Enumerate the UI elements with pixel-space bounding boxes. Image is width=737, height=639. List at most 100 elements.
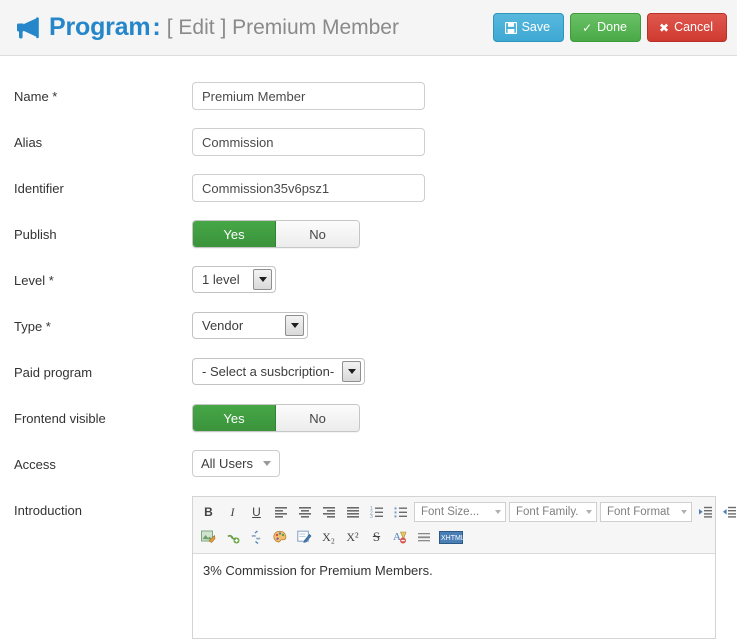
chevron-down-icon (263, 461, 271, 466)
editor-toolbar-row-2: X₂ X² S A XHTML (198, 526, 711, 548)
insert-link-icon[interactable] (222, 527, 243, 547)
align-right-icon[interactable] (318, 502, 339, 522)
cancel-button[interactable]: ✖ Cancel (647, 13, 727, 42)
identifier-input[interactable] (192, 174, 425, 202)
svg-text:XHTML: XHTML (441, 535, 463, 542)
alias-input[interactable] (192, 128, 425, 156)
form-row-identifier: Identifier (0, 174, 737, 220)
type-field-wrap: Vendor (192, 312, 737, 339)
bold-icon[interactable]: B (198, 502, 219, 522)
strikethrough-icon[interactable]: S (366, 527, 387, 547)
access-select-value: All Users (201, 456, 254, 471)
align-justify-icon[interactable] (342, 502, 363, 522)
save-button[interactable]: Save (492, 13, 565, 42)
indent-increase-icon[interactable] (695, 502, 716, 522)
introduction-label: Introduction (14, 503, 82, 518)
page-title-subtitle: [ Edit ] Premium Member (166, 15, 399, 39)
introduction-editor-body[interactable]: 3% Commission for Premium Members. (193, 554, 715, 638)
horizontal-rule-icon[interactable] (414, 527, 435, 547)
form-row-introduction: Introduction B I U 1 2 3 Font Size... Fo… (0, 496, 737, 639)
check-icon: ✓ (582, 20, 593, 35)
rich-text-editor: B I U 1 2 3 Font Size... Font Family. Fo… (192, 496, 736, 639)
font-family-select[interactable]: Font Family. (509, 502, 597, 522)
chevron-down-icon (586, 510, 592, 514)
level-label: Level * (14, 273, 54, 288)
html-source-icon[interactable]: XHTML (438, 527, 463, 547)
svg-text:A: A (393, 531, 401, 543)
editor-right-rule (715, 570, 716, 636)
alias-field-wrap (192, 128, 737, 156)
svg-text:3: 3 (370, 514, 373, 518)
done-button[interactable]: ✓ Done (570, 13, 642, 42)
italic-icon[interactable]: I (222, 502, 243, 522)
done-button-label: Done (597, 20, 628, 35)
access-select[interactable]: All Users (192, 450, 280, 477)
alias-label: Alias (14, 135, 43, 150)
publish-toggle-yes[interactable]: Yes (193, 221, 276, 247)
unlink-icon[interactable] (246, 527, 267, 547)
font-format-select[interactable]: Font Format (600, 502, 692, 522)
name-input[interactable] (192, 82, 425, 110)
numbered-list-icon[interactable]: 123 (366, 502, 387, 522)
font-size-select-label: Font Size... (421, 506, 480, 518)
chevron-down-icon (285, 315, 304, 336)
paid-program-field-wrap: - Select a susbcription- (192, 358, 737, 385)
program-form: Name * Alias Identifier Publish Yes No L… (0, 56, 737, 639)
insert-image-icon[interactable] (198, 527, 219, 547)
type-select[interactable]: Vendor (192, 312, 308, 339)
text-color-palette-icon[interactable] (270, 527, 291, 547)
cancel-button-label: Cancel (674, 20, 713, 35)
paid-program-label: Paid program (14, 365, 93, 380)
form-row-paid-program: Paid program - Select a susbcription- (0, 358, 737, 404)
save-button-label: Save (521, 20, 551, 35)
name-label: Name * (14, 89, 58, 104)
type-label: Type * (14, 319, 51, 334)
indent-decrease-icon[interactable] (719, 502, 737, 522)
identifier-label: Identifier (14, 181, 64, 196)
form-row-frontend-visible: Frontend visible Yes No (0, 404, 737, 450)
align-left-icon[interactable] (270, 502, 291, 522)
level-select-value: 1 level (202, 272, 240, 287)
type-select-value: Vendor (202, 318, 244, 333)
background-color-icon[interactable] (294, 527, 315, 547)
name-field-wrap (192, 82, 737, 110)
subscript-icon[interactable]: X₂ (318, 527, 339, 547)
font-format-select-label: Font Format (607, 506, 670, 518)
cross-icon: ✖ (659, 20, 670, 35)
form-row-access: Access All Users (0, 450, 737, 496)
form-row-publish: Publish Yes No (0, 220, 737, 266)
page-title: Program : [ Edit ] Premium Member (14, 13, 493, 42)
page-header: Program : [ Edit ] Premium Member Save ✓… (0, 0, 737, 56)
page-title-main: Program (49, 13, 151, 41)
frontend-visible-toggle[interactable]: Yes No (192, 404, 360, 432)
floppy-disk-icon (504, 21, 517, 34)
editor-toolbar: B I U 1 2 3 Font Size... Font Family. Fo… (193, 497, 736, 554)
superscript-icon[interactable]: X² (342, 527, 363, 547)
chevron-down-icon (342, 361, 362, 382)
form-row-type: Type * Vendor (0, 312, 737, 358)
chevron-down-icon (253, 269, 272, 290)
publish-toggle[interactable]: Yes No (192, 220, 360, 248)
frontend-visible-toggle-yes[interactable]: Yes (193, 405, 276, 431)
form-row-level: Level * 1 level (0, 266, 737, 312)
frontend-visible-field-wrap: Yes No (192, 404, 737, 432)
publish-toggle-no[interactable]: No (276, 221, 359, 247)
frontend-visible-toggle-no[interactable]: No (276, 405, 359, 431)
publish-field-wrap: Yes No (192, 220, 737, 248)
bulleted-list-icon[interactable] (390, 502, 411, 522)
frontend-visible-label: Frontend visible (14, 411, 106, 426)
editor-toolbar-row-1: B I U 1 2 3 Font Size... Font Family. Fo… (198, 501, 736, 523)
align-center-icon[interactable] (294, 502, 315, 522)
font-size-select[interactable]: Font Size... (414, 502, 506, 522)
remove-format-icon[interactable]: A (390, 527, 411, 547)
header-action-buttons: Save ✓ Done ✖ Cancel (492, 13, 727, 42)
paid-program-select[interactable]: - Select a susbcription- (192, 358, 365, 385)
access-field-wrap: All Users (192, 450, 737, 477)
identifier-field-wrap (192, 174, 737, 202)
access-label: Access (14, 457, 56, 472)
chevron-down-icon (681, 510, 687, 514)
form-row-name: Name * (0, 82, 737, 128)
level-select[interactable]: 1 level (192, 266, 276, 293)
introduction-field-wrap: B I U 1 2 3 Font Size... Font Family. Fo… (192, 496, 737, 639)
underline-icon[interactable]: U (246, 502, 267, 522)
